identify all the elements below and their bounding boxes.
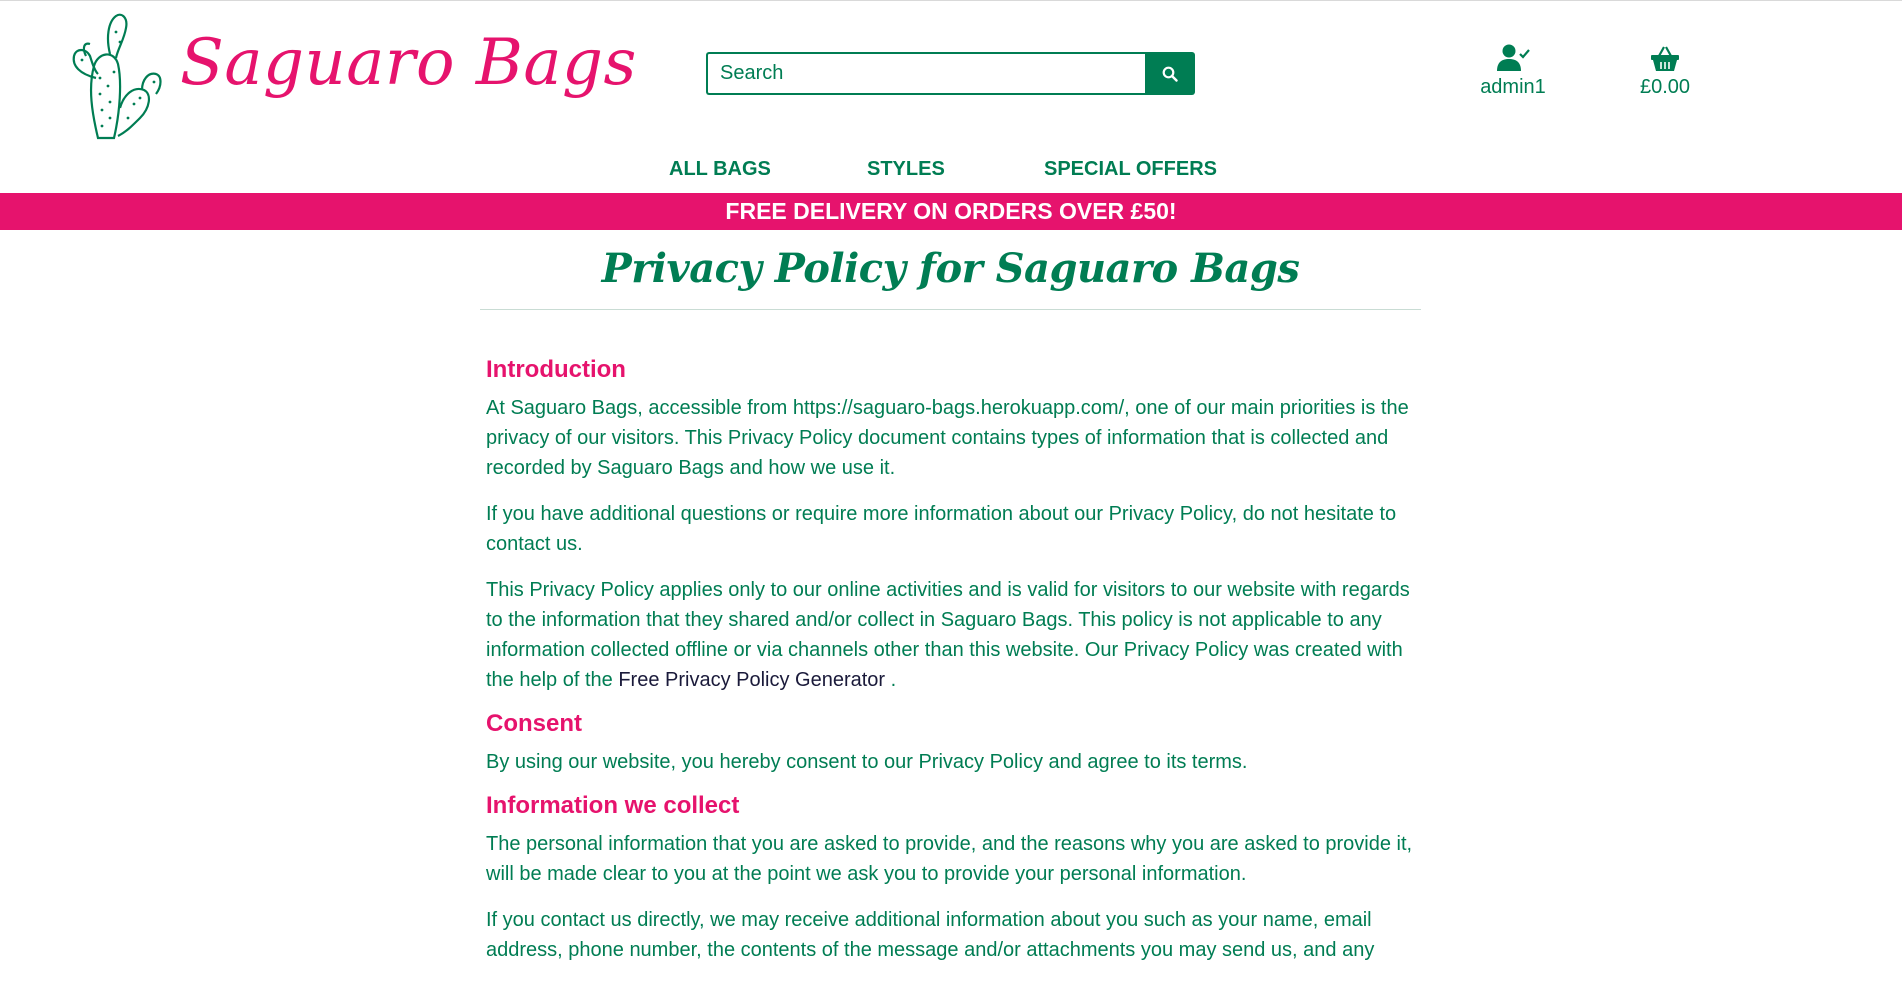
intro-paragraph-3-end: . — [885, 669, 897, 691]
shopping-basket-icon — [1651, 46, 1679, 71]
site-logo[interactable]: Saguaro Bags — [70, 8, 636, 140]
section-heading-consent: Consent — [486, 710, 582, 737]
collect-paragraph-2: If you contact us directly, we may recei… — [486, 909, 1375, 961]
top-border — [0, 0, 1902, 1]
consent-paragraph: By using our website, you hereby consent… — [486, 751, 1248, 773]
cactus-icon — [72, 13, 162, 140]
nav-styles[interactable]: STYLES — [867, 158, 945, 181]
section-heading-introduction: Introduction — [486, 356, 626, 383]
account-label: admin1 — [1480, 76, 1546, 98]
title-divider — [480, 309, 1421, 310]
search-button[interactable] — [1145, 52, 1195, 95]
collect-paragraph-1: The personal information that you are as… — [486, 833, 1413, 885]
search-bar — [706, 52, 1195, 95]
nav-all-bags[interactable]: ALL BAGS — [669, 158, 771, 181]
page-title: Privacy Policy for Saguaro Bags — [601, 245, 1300, 292]
privacy-policy-content: Introduction At Saguaro Bags, accessible… — [486, 355, 1416, 981]
delivery-banner: FREE DELIVERY ON ORDERS OVER £50! — [0, 193, 1902, 230]
search-icon — [1162, 66, 1178, 82]
user-check-icon — [1497, 44, 1530, 71]
privacy-policy-generator-link[interactable]: Free Privacy Policy Generator — [618, 669, 885, 691]
main-nav: ALL BAGS STYLES SPECIAL OFFERS — [0, 158, 1902, 184]
intro-paragraph-2: If you have additional questions or requ… — [486, 503, 1397, 555]
intro-paragraph-1: At Saguaro Bags, accessible from https:/… — [486, 397, 1409, 479]
basket-total: £0.00 — [1639, 76, 1691, 98]
nav-special-offers[interactable]: SPECIAL OFFERS — [1044, 158, 1217, 181]
account-link[interactable]: admin1 — [1458, 42, 1568, 99]
search-input[interactable] — [706, 52, 1145, 95]
intro-paragraph-3: This Privacy Policy applies only to our … — [486, 575, 1416, 695]
logo-wordmark: Saguaro Bags — [180, 26, 637, 100]
basket-link[interactable]: £0.00 — [1610, 42, 1720, 99]
section-heading-information-collect: Information we collect — [486, 792, 740, 819]
